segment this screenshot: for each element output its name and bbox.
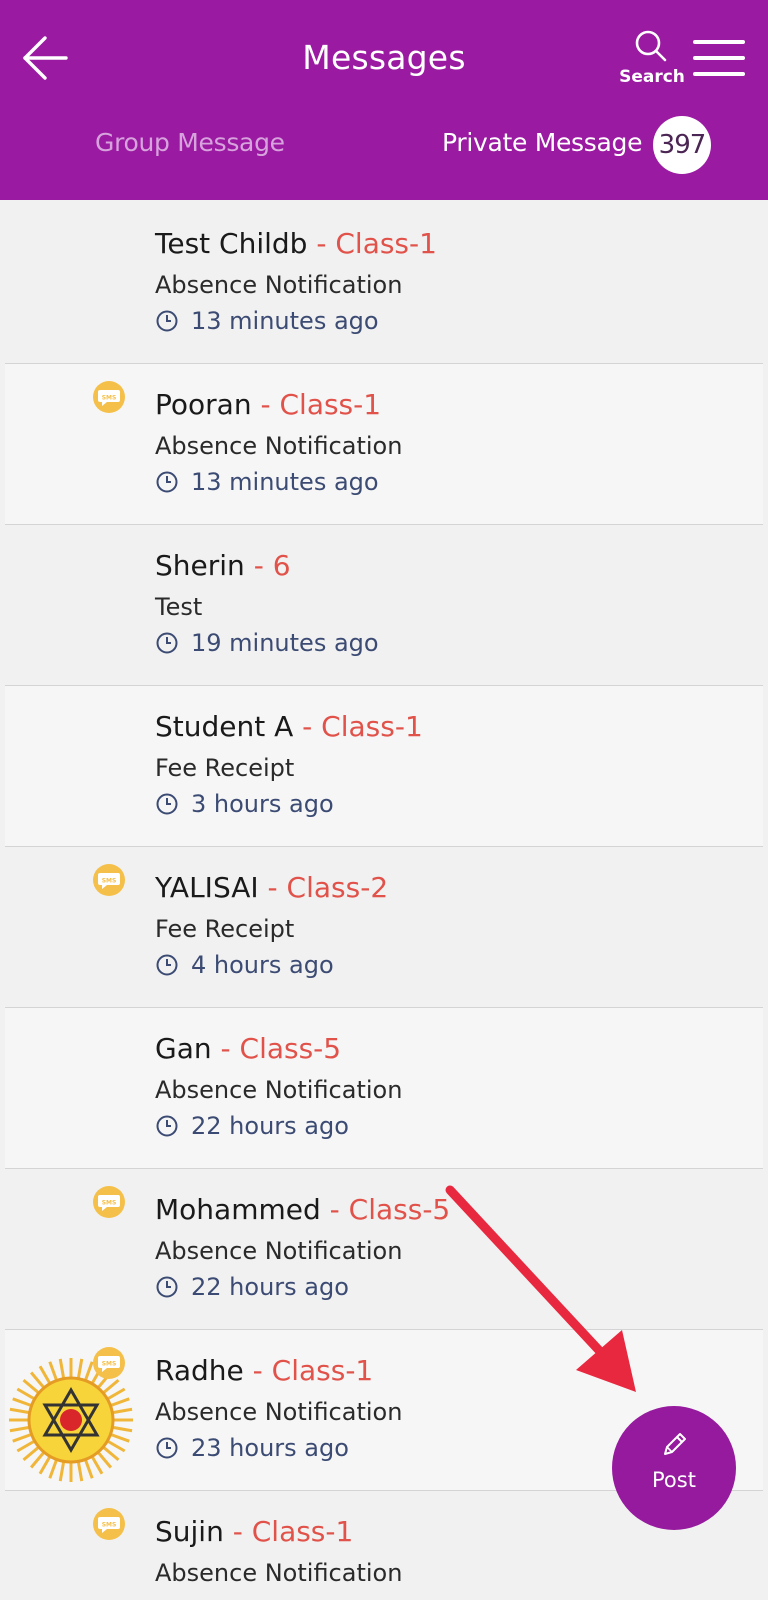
unread-count-badge: 397 bbox=[653, 116, 711, 174]
class-label: - Class-5 bbox=[211, 1032, 342, 1065]
post-button[interactable]: Post bbox=[612, 1406, 736, 1530]
time-text: 13 minutes ago bbox=[191, 307, 379, 335]
message-subject: Test bbox=[155, 593, 203, 621]
sender-name: Test Childb - Class-1 bbox=[155, 227, 437, 260]
class-label: - 6 bbox=[244, 549, 291, 582]
class-label: - Class-1 bbox=[307, 227, 437, 260]
message-time: 13 minutes ago bbox=[155, 307, 379, 335]
sender-name: Student A - Class-1 bbox=[155, 710, 423, 743]
clock-icon bbox=[156, 1276, 178, 1298]
sms-icon: SMS bbox=[93, 864, 125, 896]
sender-name: Radhe - Class-1 bbox=[155, 1354, 373, 1387]
svg-text:SMS: SMS bbox=[102, 395, 117, 402]
sender-name: YALISAI - Class-2 bbox=[155, 871, 388, 904]
message-subject: Absence Notification bbox=[155, 432, 403, 460]
svg-text:SMS: SMS bbox=[102, 1522, 117, 1529]
sender-name: Gan - Class-5 bbox=[155, 1032, 341, 1065]
search-button[interactable]: Search bbox=[614, 28, 690, 90]
message-time: 23 hours ago bbox=[155, 1434, 349, 1462]
time-text: 3 hours ago bbox=[191, 790, 334, 818]
svg-text:SMS: SMS bbox=[102, 1200, 117, 1207]
clock-icon bbox=[156, 1115, 178, 1137]
tab-bar: Group Message Private Message 397 bbox=[0, 116, 768, 176]
svg-text:SMS: SMS bbox=[102, 878, 117, 885]
time-text: 22 hours ago bbox=[191, 1112, 349, 1140]
menu-line-icon bbox=[693, 56, 745, 60]
message-time: 19 minutes ago bbox=[155, 629, 379, 657]
class-label: - Class-5 bbox=[320, 1193, 451, 1226]
message-row[interactable]: Sherin - 6 Test 19 minutes ago bbox=[5, 525, 763, 686]
sender-name-text: Student A bbox=[155, 710, 294, 743]
post-label: Post bbox=[652, 1468, 696, 1492]
red-arrow-icon bbox=[445, 1185, 636, 1392]
sender-name-text: YALISAI bbox=[155, 871, 259, 904]
sender-name-text: Sujin bbox=[155, 1515, 224, 1548]
message-row[interactable]: Gan - Class-5 Absence Notification 22 hour… bbox=[5, 1008, 763, 1169]
message-time: 22 hours ago bbox=[155, 1273, 349, 1301]
message-time: 22 hours ago bbox=[155, 1112, 349, 1140]
class-label: - Class-1 bbox=[243, 1354, 374, 1387]
sms-icon: SMS bbox=[93, 381, 125, 413]
sender-name-text: Radhe bbox=[155, 1354, 244, 1387]
class-label: - Class-1 bbox=[223, 1515, 354, 1548]
sender-name: Pooran - Class-1 bbox=[155, 388, 381, 421]
message-subject: Absence Notification bbox=[155, 1237, 403, 1265]
message-row[interactable]: Test Childb - Class-1 Absence Notificatio… bbox=[5, 203, 763, 364]
header: Messages Search Group Message Private Me… bbox=[0, 0, 768, 200]
clock-icon bbox=[156, 954, 178, 976]
message-subject: Absence Notification bbox=[155, 1076, 403, 1104]
sms-icon: SMS bbox=[93, 1347, 125, 1379]
menu-line-icon bbox=[693, 40, 745, 44]
message-subject: Fee Receipt bbox=[155, 754, 295, 782]
search-label: Search bbox=[619, 67, 685, 87]
clock-icon bbox=[156, 632, 178, 654]
time-text: 13 minutes ago bbox=[191, 468, 379, 496]
tab-private-message[interactable]: Private Message bbox=[442, 128, 642, 157]
sms-icon: SMS bbox=[93, 1186, 125, 1218]
sender-name: Sujin - Class-1 bbox=[155, 1515, 353, 1548]
tab-group-message[interactable]: Group Message bbox=[95, 128, 285, 157]
sender-name: Sherin - 6 bbox=[155, 549, 291, 582]
class-label: - Class-2 bbox=[258, 871, 389, 904]
clock-icon bbox=[156, 310, 178, 332]
time-text: 22 hours ago bbox=[191, 1273, 349, 1301]
clock-icon bbox=[156, 1437, 178, 1459]
sender-name-text: Pooran bbox=[155, 388, 252, 421]
message-row[interactable]: SMS YALISAI - Class-2 Fee Receipt 4 hours a… bbox=[5, 847, 763, 1008]
sender-name-text: Mohammed bbox=[155, 1193, 321, 1226]
sender-name-text: Test Childb bbox=[155, 227, 308, 260]
message-subject: Absence Notification bbox=[155, 1559, 403, 1587]
message-row[interactable]: SMS Pooran - Class-1 Absence Notification 1… bbox=[5, 364, 763, 525]
menu-line-icon bbox=[693, 72, 745, 76]
sender-name: Mohammed - Class-5 bbox=[155, 1193, 450, 1226]
sms-icon: SMS bbox=[93, 1508, 125, 1540]
pencil-icon bbox=[664, 1433, 686, 1455]
message-time: 3 hours ago bbox=[155, 790, 334, 818]
sender-name-text: Sherin bbox=[155, 549, 245, 582]
svg-text:SMS: SMS bbox=[102, 1361, 117, 1368]
search-icon bbox=[635, 30, 667, 62]
time-text: 4 hours ago bbox=[191, 951, 334, 979]
clock-icon bbox=[156, 793, 178, 815]
message-subject: Fee Receipt bbox=[155, 915, 295, 943]
class-label: - Class-1 bbox=[251, 388, 382, 421]
sender-name-text: Gan bbox=[155, 1032, 212, 1065]
time-text: 23 hours ago bbox=[191, 1434, 349, 1462]
message-subject: Absence Notification bbox=[155, 1398, 403, 1426]
class-label: - Class-1 bbox=[293, 710, 423, 743]
time-text: 19 minutes ago bbox=[191, 629, 379, 657]
hamburger-menu-button[interactable] bbox=[693, 38, 749, 80]
message-time: 13 minutes ago bbox=[155, 468, 379, 496]
message-subject: Absence Notification bbox=[155, 271, 403, 299]
clock-icon bbox=[156, 471, 178, 493]
message-row[interactable]: Student A - Class-1 Fee Receipt 3 hours ag… bbox=[5, 686, 763, 847]
message-time: 4 hours ago bbox=[155, 951, 334, 979]
